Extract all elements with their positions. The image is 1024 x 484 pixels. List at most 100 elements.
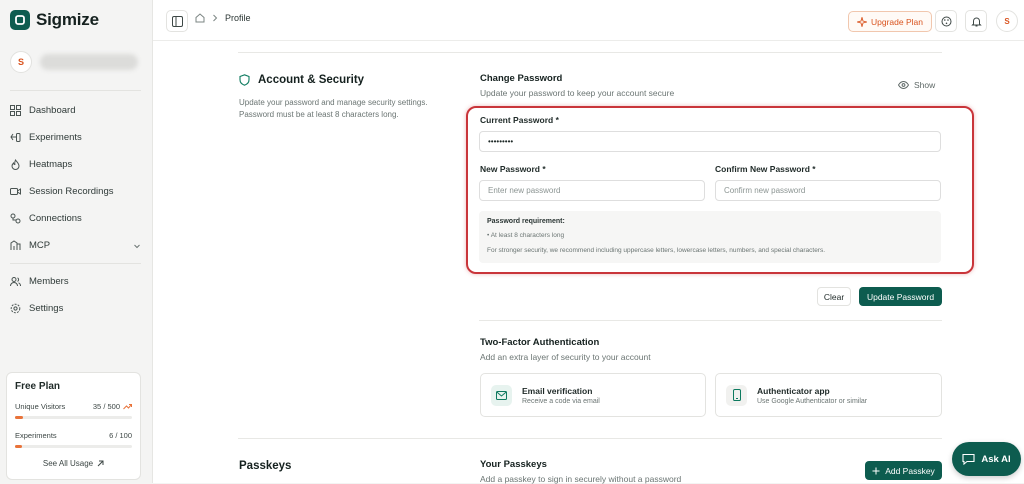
home-icon[interactable] [195, 13, 205, 23]
clear-button[interactable]: Clear [817, 287, 851, 306]
two-factor-title: Two-Factor Authentication [480, 337, 600, 348]
two-factor-subtitle: Add an extra layer of security to your a… [480, 352, 651, 362]
requirement-item: • At least 8 characters long [487, 232, 565, 239]
sidebar-item-label: Session Recordings [29, 186, 114, 197]
top-bar: Profile Upgrade Plan S [153, 0, 1024, 41]
sidebar-item-label: Members [29, 276, 69, 287]
see-all-usage-label: See All Usage [42, 459, 94, 468]
experiments-label: Experiments [15, 431, 57, 440]
experiments-progress-fill [15, 445, 23, 448]
sidebar-item-connections[interactable]: Connections [10, 205, 141, 232]
confirm-password-field[interactable] [715, 180, 941, 201]
current-password-label: Current Password * [480, 115, 559, 125]
experiments-icon [10, 133, 21, 142]
plus-icon [872, 467, 880, 474]
update-password-button[interactable]: Update Password [859, 287, 942, 306]
sidebar-item-label: Heatmaps [29, 159, 73, 170]
theme-button[interactable] [935, 10, 957, 32]
smartphone-icon [726, 384, 747, 406]
shield-icon [239, 74, 250, 86]
authenticator-app-subtitle: Use Google Authenticator or similar [757, 397, 868, 405]
requirements-note: For stronger security, we recommend incl… [487, 247, 826, 254]
user-name-redacted [40, 54, 138, 70]
passkeys-heading: Passkeys [239, 460, 291, 472]
account-security-description: Update your password and manage security… [239, 98, 428, 119]
sidebar-item-heatmaps[interactable]: Heatmaps [10, 151, 141, 178]
sidebar: Sigmize S Dashboard Experiments Heatmaps… [0, 0, 152, 483]
main-content: Profile Upgrade Plan S Account & Securit… [152, 0, 1024, 484]
user-avatar[interactable]: S [996, 10, 1018, 32]
ask-ai-button[interactable]: Ask AI [952, 442, 1021, 476]
notifications-button[interactable] [965, 10, 987, 32]
add-passkey-label: Add Passkey [885, 465, 935, 476]
divider [238, 438, 942, 439]
dashboard-icon [10, 105, 21, 116]
visitors-label: Unique Visitors [15, 402, 66, 411]
settings-icon [10, 303, 21, 314]
experiments-row: Experiments 6 / 100 [15, 431, 132, 440]
confirm-password-label: Confirm New Password * [715, 164, 816, 174]
sidebar-item-settings[interactable]: Settings [10, 295, 141, 322]
sigmize-logo-icon [10, 10, 30, 30]
brand-name: Sigmize [36, 10, 99, 29]
email-verification-subtitle: Receive a code via email [522, 397, 600, 405]
palette-icon [941, 16, 951, 26]
visitors-value-wrap: 35 / 500 [93, 402, 132, 411]
breadcrumb: Profile [195, 13, 251, 23]
bell-icon [970, 17, 982, 26]
authenticator-app-text: Authenticator app Use Google Authenticat… [757, 386, 867, 405]
toggle-sidebar-button[interactable] [166, 10, 188, 32]
passkeys-section-title: Passkeys [239, 460, 292, 472]
experiments-value: 6 / 100 [109, 431, 132, 440]
arrow-up-right-icon [97, 460, 104, 467]
current-password-field[interactable] [479, 131, 941, 152]
change-password-title: Change Password [480, 73, 563, 84]
sidebar-nav-secondary: Members Settings [10, 268, 141, 322]
chevron-down-icon[interactable] [133, 242, 141, 250]
sidebar-item-experiments[interactable]: Experiments [10, 124, 141, 151]
sidebar-item-session-recordings[interactable]: Session Recordings [10, 178, 141, 205]
new-password-field[interactable] [479, 180, 705, 201]
plan-title: Free Plan [15, 381, 61, 392]
visitors-progress-fill [15, 416, 24, 419]
mail-icon [491, 384, 512, 406]
upgrade-plan-button[interactable]: Upgrade Plan [848, 11, 932, 32]
divider [10, 90, 141, 91]
divider [479, 320, 942, 321]
authenticator-app-title: Authenticator app [757, 385, 830, 396]
show-label: Show [914, 80, 936, 90]
sidebar-item-label: Dashboard [29, 105, 76, 116]
members-icon [10, 277, 21, 287]
upgrade-label: Upgrade Plan [871, 16, 923, 27]
heatmaps-icon [11, 159, 20, 170]
sidebar-item-mcp[interactable]: MCP [10, 232, 141, 259]
sidebar-item-label: Connections [29, 213, 82, 224]
user-switcher[interactable]: S [10, 51, 138, 73]
eye-icon [898, 81, 909, 89]
divider [238, 52, 942, 53]
change-password-subtitle: Update your password to keep your accoun… [480, 88, 675, 98]
sparkle-icon [857, 16, 867, 27]
email-verification-text: Email verification Receive a code via em… [522, 386, 600, 405]
connections-icon [10, 213, 21, 224]
chevron-right-icon [213, 14, 218, 22]
account-security-heading: Account & Security [239, 74, 364, 86]
sidebar-item-label: Settings [29, 303, 64, 314]
mcp-icon [10, 240, 21, 250]
email-verification-title: Email verification [522, 385, 593, 396]
sidebar-nav: Dashboard Experiments Heatmaps Session R… [10, 97, 141, 259]
trend-up-icon [123, 404, 132, 410]
sidebar-item-label: Experiments [29, 132, 82, 143]
add-passkey-button[interactable]: Add Passkey [865, 461, 942, 480]
email-verification-option[interactable]: Email verification Receive a code via em… [480, 373, 706, 417]
sidebar-item-dashboard[interactable]: Dashboard [10, 97, 141, 124]
chat-icon [962, 453, 975, 465]
brand[interactable]: Sigmize [10, 10, 99, 30]
visitors-value: 35 / 500 [92, 402, 120, 411]
see-all-usage-link[interactable]: See All Usage [15, 459, 132, 468]
show-password-toggle[interactable]: Show [898, 80, 935, 90]
authenticator-app-option[interactable]: Authenticator app Use Google Authenticat… [715, 373, 942, 417]
divider [10, 263, 141, 264]
visitors-row: Unique Visitors 35 / 500 [15, 402, 132, 411]
sidebar-item-members[interactable]: Members [10, 268, 141, 295]
